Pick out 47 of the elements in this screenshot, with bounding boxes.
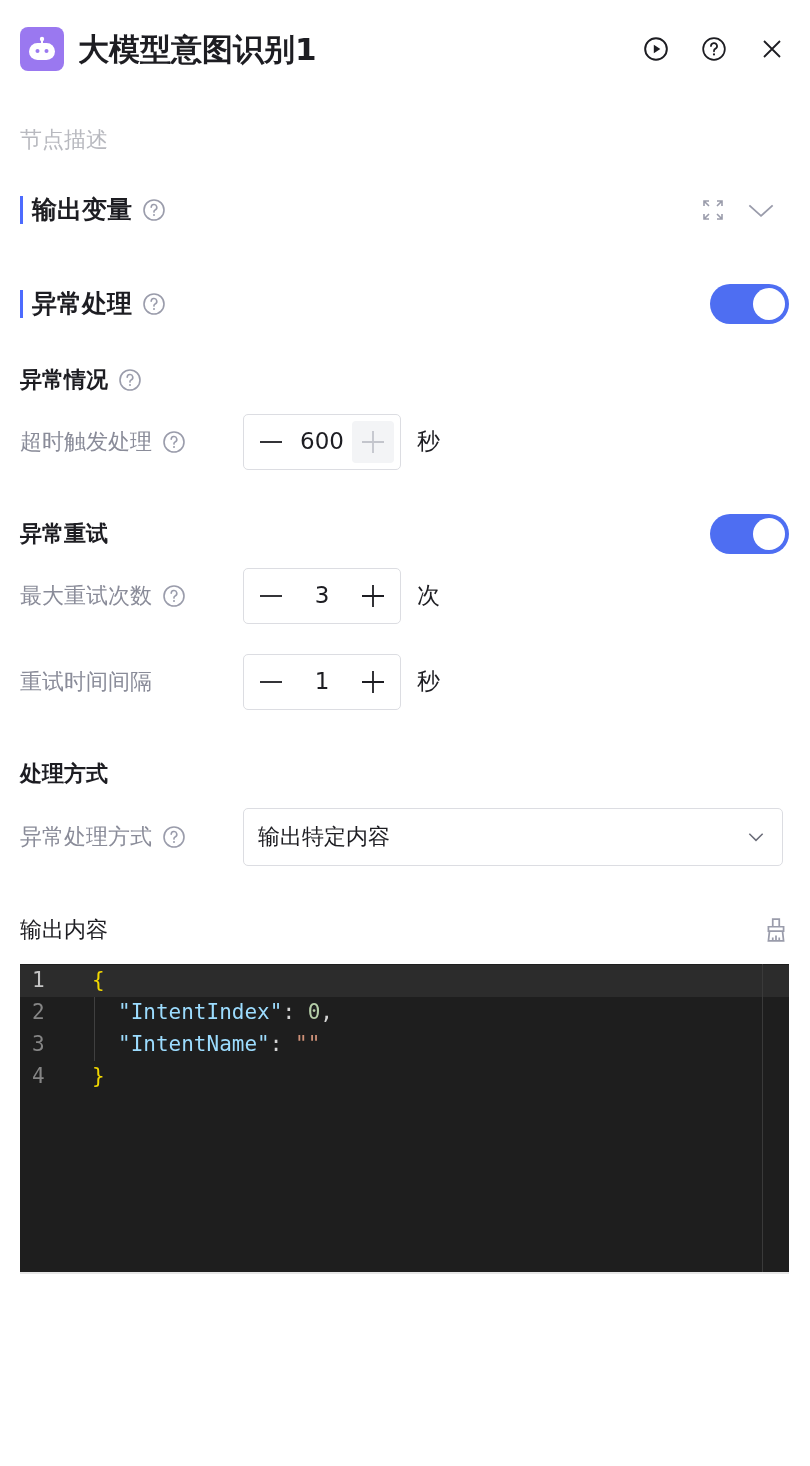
help-icon[interactable] [162,583,186,608]
number-stepper[interactable]: 600 [243,413,401,470]
select-dropdown[interactable]: 输出特定内容 [243,807,783,866]
unit-label: 秒 [417,667,440,697]
group-title: 异常情况 [20,366,108,394]
help-icon[interactable] [142,197,166,222]
minus-icon [259,594,283,597]
line-number: 2 [31,998,46,1026]
node-title: 大模型意图识别1 [78,30,317,69]
help-icon[interactable] [118,367,142,392]
help-icon [701,36,727,63]
unit-label: 次 [417,581,440,611]
field-label: 重试时间间隔 [20,668,152,696]
group-title: 异常重试 [20,520,108,548]
code-line: "IntentName": "" [118,1030,321,1058]
plus-icon [361,583,385,608]
number-stepper[interactable]: 1 [243,653,401,710]
code-line: { [92,966,105,994]
minus-icon [259,680,283,683]
toggle-switch[interactable] [710,283,789,324]
code-line: } [92,1062,105,1090]
field-label: 输出内容 [20,916,108,944]
plus-icon [361,669,385,694]
robot-icon [20,27,64,72]
help-icon[interactable] [142,291,166,316]
help-button[interactable] [701,36,727,63]
code-line: "IntentIndex": 0, [118,998,333,1026]
plus-icon [361,429,385,454]
unit-label: 秒 [417,427,440,457]
line-number: 4 [31,1062,46,1090]
expand-icon[interactable] [701,197,725,222]
section-title: 异常处理 [20,289,132,318]
line-number: 1 [31,966,46,994]
minus-icon [259,440,283,443]
field-label: 异常处理方式 [20,823,152,851]
run-button[interactable] [643,36,669,63]
group-title: 处理方式 [20,760,108,788]
section-title: 输出变量 [20,195,132,224]
help-icon[interactable] [162,824,186,849]
help-icon[interactable] [162,429,186,454]
toggle-switch[interactable] [710,513,789,554]
field-label: 超时触发处理 [20,428,152,456]
play-icon [643,36,669,63]
line-number: 3 [31,1030,46,1058]
number-stepper[interactable]: 3 [243,567,401,624]
field-label: 最大重试次数 [20,582,152,610]
code-editor[interactable]: 1 { 2 "IntentIndex": 0, 3 "IntentName": "" 4 } [20,963,789,1274]
